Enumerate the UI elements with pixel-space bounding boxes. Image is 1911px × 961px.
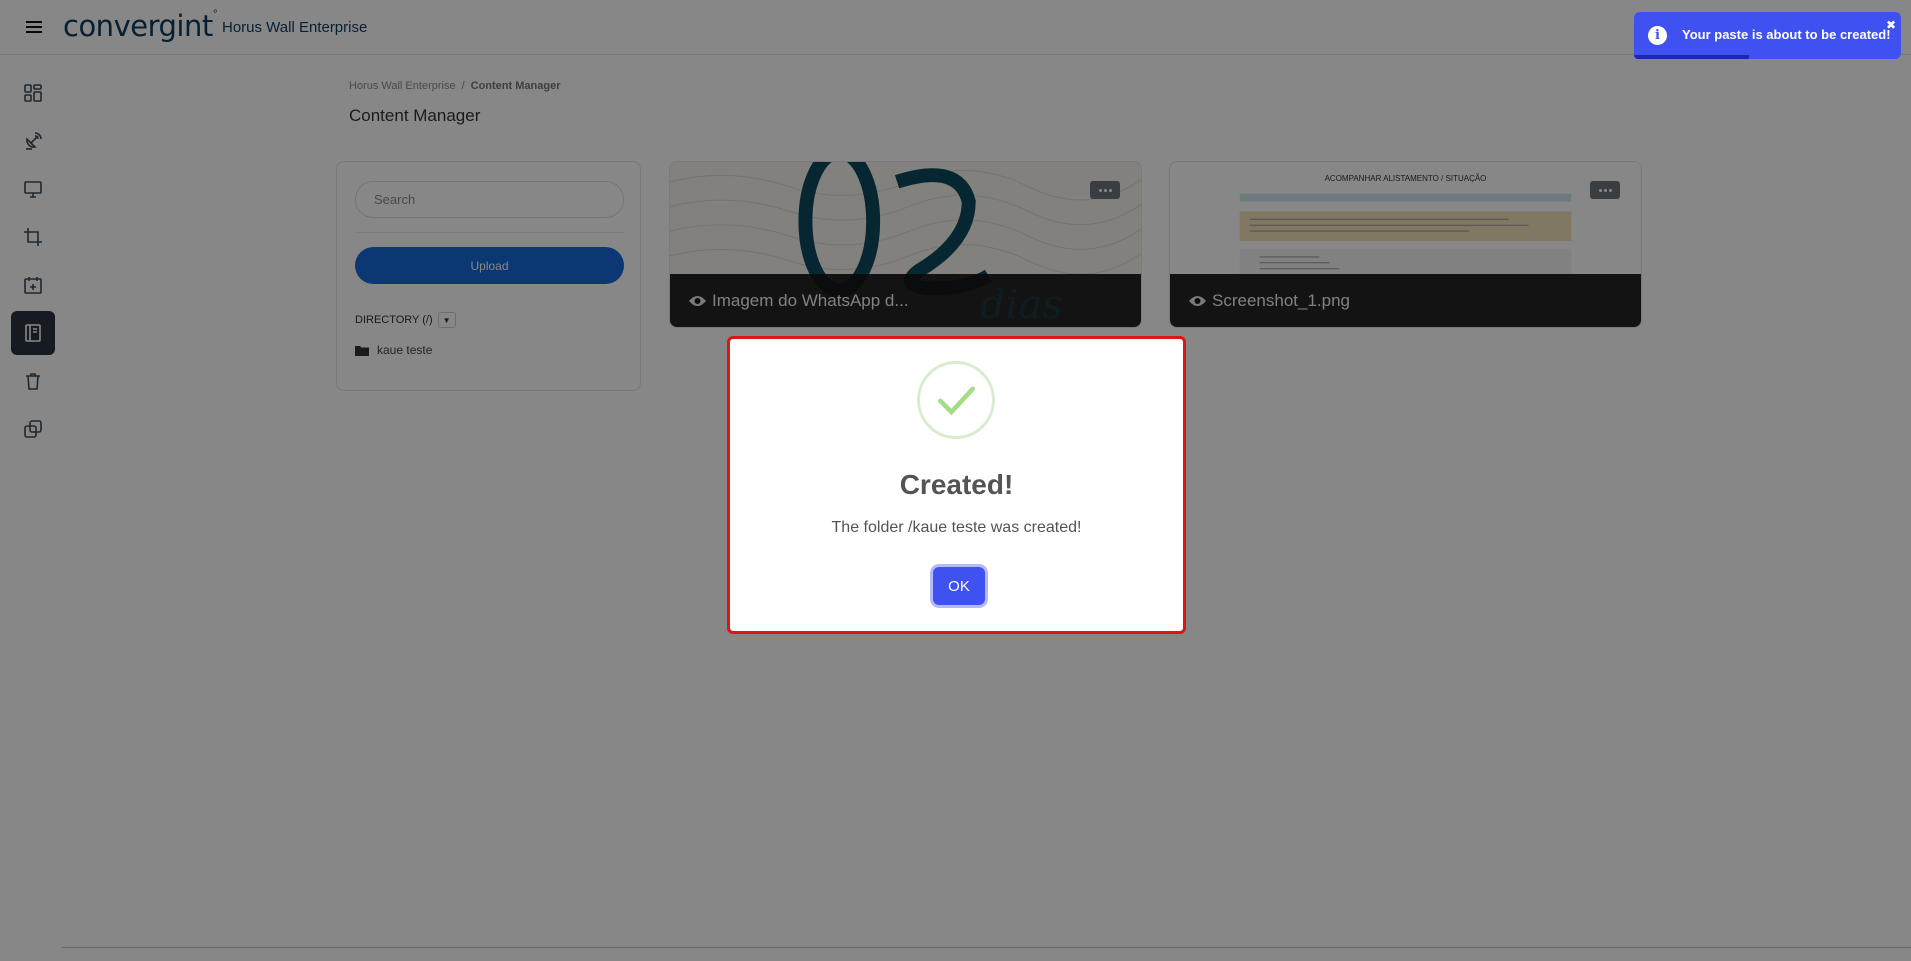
toast-progress-bar <box>1634 55 1749 59</box>
toast-notification: i Your paste is about to be created! ✖ <box>1634 12 1901 59</box>
toast-message: Your paste is about to be created! <box>1682 27 1891 42</box>
dialog-message: The folder /kaue teste was created! <box>831 519 1082 536</box>
success-dialog: Created! The folder /kaue teste was crea… <box>727 336 1186 634</box>
success-icon <box>917 361 995 439</box>
ok-button[interactable]: OK <box>933 567 985 605</box>
close-icon[interactable]: ✖ <box>1886 18 1896 32</box>
dialog-title: Created! <box>899 469 1014 500</box>
checkmark-icon <box>938 386 975 416</box>
info-icon: i <box>1648 26 1667 45</box>
